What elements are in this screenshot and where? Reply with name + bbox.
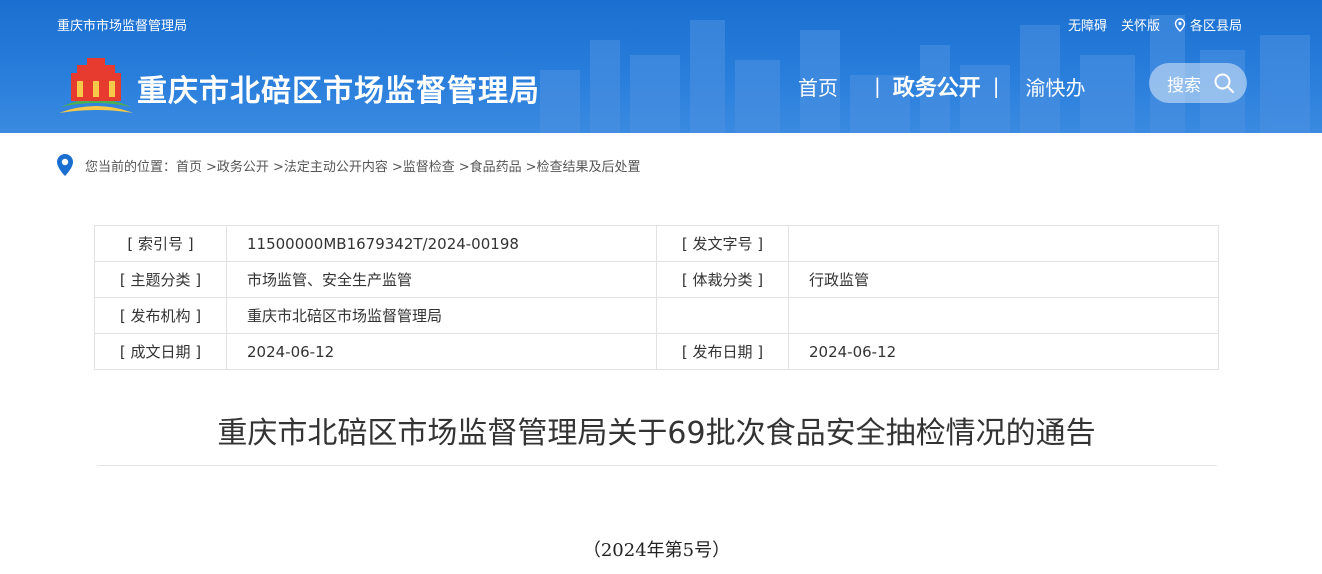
meta-value-written-date: 2024-06-12 [226, 333, 657, 370]
meta-key-empty [656, 297, 789, 334]
breadcrumb: 您当前的位置： 首页 >政务公开 >法定主动公开内容 >监督检查 >食品药品 >… [55, 153, 641, 177]
meta-key-doc-number: [ 发文字号 ] [656, 225, 789, 262]
meta-row: [ 索引号 ] 11500000MB1679342T/2024-00198 [ … [94, 225, 1219, 262]
nav-government-affairs[interactable]: 政务公开 [893, 70, 981, 102]
site-title[interactable]: 重庆市北碚区市场监督管理局 [137, 66, 540, 110]
meta-value-doc-number [788, 225, 1219, 262]
parent-site-link[interactable]: 重庆市市场监督管理局 [57, 15, 187, 34]
breadcrumb-food-drugs[interactable]: >食品药品 [459, 156, 522, 175]
meta-value-empty [788, 297, 1219, 334]
nav-home[interactable]: 首页 [798, 72, 838, 101]
top-links: 无障碍 关怀版 各区县局 [1068, 15, 1242, 34]
breadcrumb-prefix: 您当前的位置： [85, 159, 177, 175]
location-pin-icon [1174, 17, 1186, 32]
meta-key-topic: [ 主题分类 ] [94, 261, 227, 298]
document-number: （2024年第5号） [582, 540, 731, 561]
nav-yukuaiban[interactable]: 渝快办 [1026, 72, 1086, 101]
search-icon [1214, 73, 1234, 93]
breadcrumb-supervision-inspection[interactable]: >监督检查 [392, 156, 455, 175]
site-logo[interactable] [57, 55, 135, 117]
meta-value-publisher: 重庆市北碚区市场监督管理局 [226, 297, 657, 334]
title-divider [97, 465, 1217, 466]
main-nav: 首页 | 政务公开 | 渝快办 [798, 70, 1086, 102]
meta-row: [ 成文日期 ] 2024-06-12 [ 发布日期 ] 2024-06-12 [94, 333, 1219, 370]
meta-key-publisher: [ 发布机构 ] [94, 297, 227, 334]
document-title: 重庆市北碚区市场监督管理局关于69批次食品安全抽检情况的通告 [217, 416, 1096, 451]
location-pin-icon [57, 154, 73, 176]
meta-value-publish-date: 2024-06-12 [788, 333, 1219, 370]
site-header: 重庆市市场监督管理局 无障碍 关怀版 各区县局 重庆市北碚区市场监督管理局 首页… [0, 0, 1322, 133]
document-meta-table: [ 索引号 ] 11500000MB1679342T/2024-00198 [ … [94, 225, 1219, 370]
breadcrumb-government-affairs[interactable]: >政务公开 [206, 156, 269, 175]
meta-row: [ 主题分类 ] 市场监管、安全生产监管 [ 体裁分类 ] 行政监管 [94, 261, 1219, 298]
search-label: 搜索 [1167, 75, 1201, 96]
district-bureaus-link[interactable]: 各区县局 [1174, 15, 1242, 34]
nav-separator: | [874, 74, 881, 98]
meta-key-publish-date: [ 发布日期 ] [656, 333, 789, 370]
accessibility-link[interactable]: 无障碍 [1068, 15, 1107, 34]
search-button[interactable]: 搜索 [1149, 63, 1247, 103]
care-mode-link[interactable]: 关怀版 [1121, 15, 1160, 34]
meta-key-written-date: [ 成文日期 ] [94, 333, 227, 370]
district-bureaus-label: 各区县局 [1189, 19, 1242, 34]
breadcrumb-home[interactable]: 首页 [176, 156, 202, 175]
meta-value-topic: 市场监管、安全生产监管 [226, 261, 657, 298]
meta-key-genre: [ 体裁分类 ] [656, 261, 789, 298]
meta-row: [ 发布机构 ] 重庆市北碚区市场监督管理局 [94, 297, 1219, 334]
meta-value-genre: 行政监管 [788, 261, 1219, 298]
nav-separator: | [992, 74, 1000, 98]
meta-key-index: [ 索引号 ] [94, 225, 227, 262]
breadcrumb-inspection-results[interactable]: >检查结果及后处置 [526, 156, 641, 175]
breadcrumb-statutory-disclosure[interactable]: >法定主动公开内容 [273, 156, 388, 175]
meta-value-index: 11500000MB1679342T/2024-00198 [226, 225, 657, 262]
